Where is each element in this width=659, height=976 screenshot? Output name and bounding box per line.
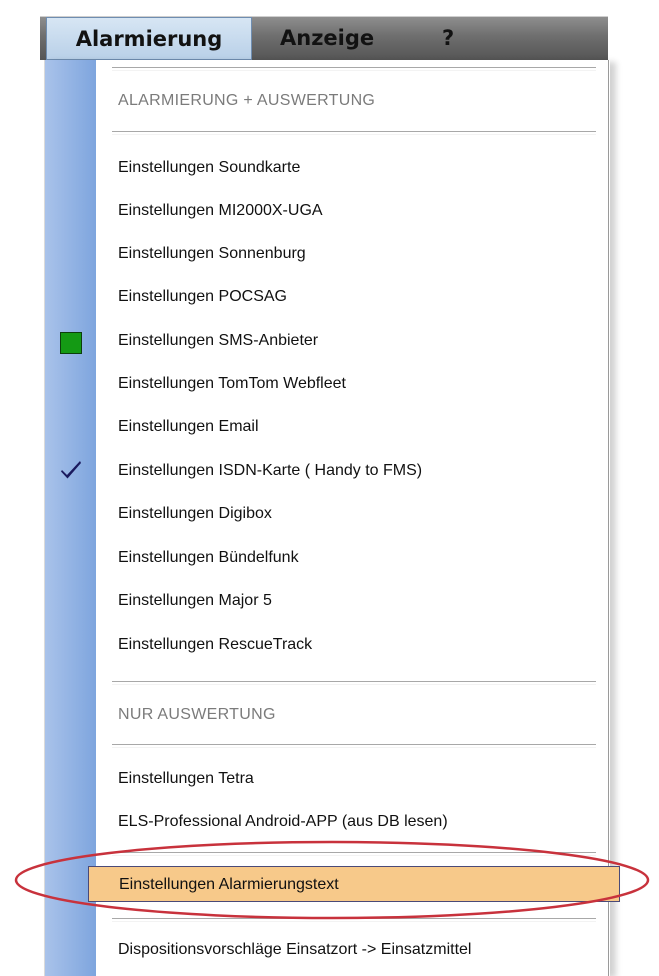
section-header-nur-auswertung: NUR AUSWERTUNG (118, 706, 276, 723)
separator (112, 744, 596, 748)
alarmierung-dropdown: ALARMIERUNG + AUSWERTUNG Einstellungen S… (44, 60, 620, 976)
menu-item-els-android-app[interactable]: ELS-Professional Android-APP (aus DB les… (112, 804, 596, 840)
menu-item-email[interactable]: Einstellungen Email (112, 409, 596, 445)
checkmark-icon (61, 461, 81, 479)
menu-bar: Alarmierung Anzeige ? (40, 16, 608, 60)
separator (112, 681, 596, 685)
menu-item-major-5[interactable]: Einstellungen Major 5 (112, 583, 596, 619)
menu-anzeige[interactable]: Anzeige (280, 17, 374, 60)
menu-item-rescuetrack[interactable]: Einstellungen RescueTrack (112, 627, 596, 663)
menu-help[interactable]: ? (442, 17, 454, 60)
menu-item-tomtom-webfleet[interactable]: Einstellungen TomTom Webfleet (112, 366, 596, 402)
separator (112, 131, 596, 135)
menu-item-mi2000x-uga[interactable]: Einstellungen MI2000X-UGA (112, 193, 596, 229)
separator (112, 918, 596, 922)
menu-item-sms-anbieter[interactable]: Einstellungen SMS-Anbieter (112, 323, 596, 359)
section-header-alarmierung-auswertung: ALARMIERUNG + AUSWERTUNG (118, 92, 376, 109)
menu-item-alarmierungstext[interactable]: Einstellungen Alarmierungstext (88, 866, 620, 902)
menu-item-pocsag[interactable]: Einstellungen POCSAG (112, 279, 596, 315)
menu-item-tetra[interactable]: Einstellungen Tetra (112, 761, 596, 797)
menu-item-soundkarte[interactable]: Einstellungen Soundkarte (112, 150, 596, 186)
menu-item-digibox[interactable]: Einstellungen Digibox (112, 496, 596, 532)
menu-item-buendelfunk[interactable]: Einstellungen Bündelfunk (112, 540, 596, 576)
separator (112, 852, 596, 856)
menu-item-sonnenburg[interactable]: Einstellungen Sonnenburg (112, 236, 596, 272)
menu-item-dispositionsvorschlaege[interactable]: Dispositionsvorschläge Einsatzort -> Ein… (112, 932, 596, 968)
menu-item-isdn-karte[interactable]: Einstellungen ISDN-Karte ( Handy to FMS) (112, 453, 596, 489)
menu-alarmierung[interactable]: Alarmierung (46, 17, 252, 60)
menu-icon-gutter (44, 60, 96, 976)
separator (112, 67, 596, 71)
green-square-icon (60, 332, 82, 354)
